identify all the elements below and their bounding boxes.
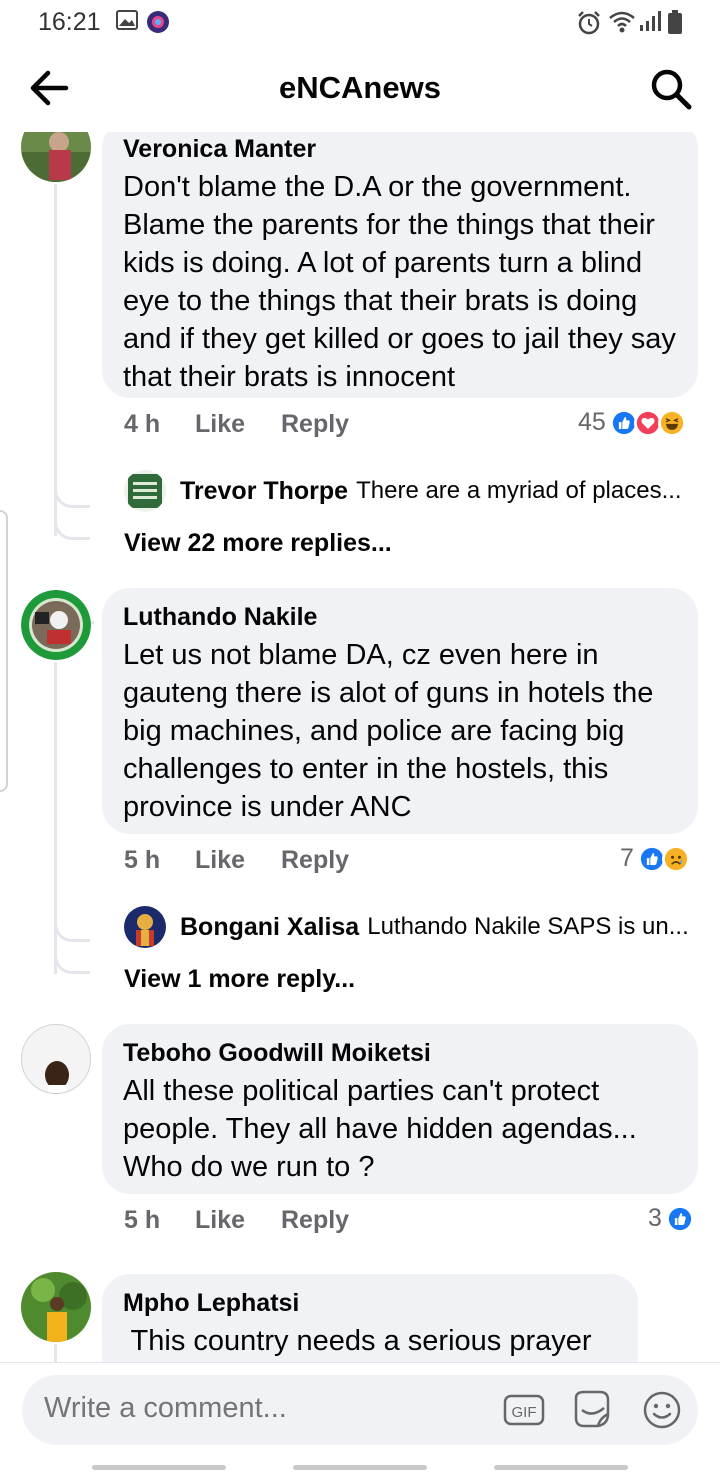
nav-bar-indicator bbox=[494, 1465, 628, 1470]
comment-author[interactable]: Luthando Nakile bbox=[123, 602, 676, 632]
search-icon[interactable] bbox=[648, 66, 694, 112]
reply-avatar[interactable] bbox=[124, 470, 166, 512]
reply-preview[interactable]: Bongani Xalisa Luthando Nakile SAPS is u… bbox=[124, 906, 689, 948]
avatar-photo bbox=[21, 590, 91, 660]
comment-input[interactable] bbox=[44, 1392, 474, 1425]
comment-text: Let us not blame DA, cz even here in gau… bbox=[123, 639, 654, 823]
avatar[interactable] bbox=[21, 590, 91, 660]
wifi-icon bbox=[609, 11, 635, 33]
comment-author[interactable]: Teboho Goodwill Moiketsi bbox=[123, 1038, 676, 1068]
emoji-icon[interactable] bbox=[640, 1388, 684, 1432]
status-bar: 16:21 bbox=[0, 0, 720, 44]
gif-icon[interactable]: GIF bbox=[502, 1388, 546, 1432]
comment-time: 5 h bbox=[124, 1206, 161, 1234]
comment-bubble[interactable]: Luthando Nakile Let us not blame DA, cz … bbox=[102, 588, 698, 834]
gallery-notification-icon bbox=[116, 10, 138, 30]
like-button[interactable]: Like bbox=[195, 1206, 245, 1235]
reply-button[interactable]: Reply bbox=[281, 1206, 349, 1235]
comment-bubble[interactable]: Teboho Goodwill Moiketsi All these polit… bbox=[102, 1024, 698, 1194]
view-more-replies[interactable]: View 22 more replies... bbox=[124, 529, 392, 558]
reaction-count: 7 bbox=[620, 844, 634, 872]
reaction-summary[interactable]: 7 bbox=[620, 844, 690, 873]
reply-button[interactable]: Reply bbox=[281, 846, 349, 875]
avatar[interactable] bbox=[21, 132, 91, 182]
comment-time: 4 h bbox=[124, 410, 161, 438]
thread-line bbox=[54, 1344, 57, 1362]
comment-input-box[interactable]: GIF bbox=[22, 1375, 698, 1445]
comment-text: Don't blame the D.A or the government. B… bbox=[123, 171, 676, 393]
thread-branch bbox=[54, 508, 90, 540]
comment-bubble[interactable]: Veronica Manter Don't blame the D.A or t… bbox=[102, 132, 698, 398]
app-notification-icon bbox=[147, 11, 169, 33]
thread-branch bbox=[54, 920, 90, 942]
comment-composer: GIF bbox=[0, 1362, 720, 1480]
reaction-summary[interactable]: 45 bbox=[578, 408, 686, 437]
battery-icon bbox=[668, 10, 682, 34]
avatar[interactable] bbox=[21, 1272, 91, 1342]
avatar-photo bbox=[22, 1025, 90, 1093]
avatar-photo bbox=[21, 1272, 91, 1342]
nav-bar-indicator bbox=[92, 1465, 226, 1470]
comment-text: This country needs a serious prayer bbox=[123, 1325, 592, 1357]
thread-branch bbox=[54, 486, 90, 508]
reaction-count: 3 bbox=[648, 1204, 662, 1232]
svg-text:GIF: GIF bbox=[512, 1404, 537, 1421]
reply-author[interactable]: Trevor Thorpe bbox=[180, 477, 348, 506]
reply-avatar[interactable] bbox=[124, 906, 166, 948]
reaction-count: 45 bbox=[578, 408, 606, 436]
reply-text: Luthando Nakile SAPS is un... bbox=[367, 913, 689, 940]
comment-bubble[interactable]: Mpho Lephatsi This country needs a serio… bbox=[102, 1274, 638, 1362]
comment-author[interactable]: Mpho Lephatsi bbox=[123, 1288, 616, 1318]
like-button[interactable]: Like bbox=[195, 846, 245, 875]
view-more-replies[interactable]: View 1 more reply... bbox=[124, 965, 355, 994]
like-reaction-icon bbox=[665, 1204, 694, 1233]
nav-bar-indicator bbox=[293, 1465, 427, 1470]
alarm-icon bbox=[578, 11, 600, 35]
haha-reaction-icon bbox=[657, 408, 686, 437]
side-handle[interactable] bbox=[0, 510, 8, 792]
status-time: 16:21 bbox=[38, 8, 101, 36]
reply-avatar-photo bbox=[124, 906, 166, 948]
page-title: eNCAnews bbox=[279, 70, 441, 105]
app-header: eNCAnews bbox=[0, 44, 720, 132]
thread-line bbox=[54, 184, 57, 536]
like-button[interactable]: Like bbox=[195, 410, 245, 439]
reaction-summary[interactable]: 3 bbox=[648, 1204, 694, 1233]
comment-time: 5 h bbox=[124, 846, 161, 874]
avatar-photo bbox=[21, 132, 91, 182]
signal-icon bbox=[640, 11, 661, 31]
reply-button[interactable]: Reply bbox=[281, 410, 349, 439]
comments-feed[interactable]: Veronica Manter Don't blame the D.A or t… bbox=[0, 132, 720, 1362]
avatar[interactable] bbox=[21, 1024, 91, 1094]
thread-branch bbox=[54, 942, 90, 974]
reply-text: There are a myriad of places... bbox=[356, 477, 682, 504]
sad-reaction-icon bbox=[661, 844, 690, 873]
sticker-icon[interactable] bbox=[570, 1388, 614, 1432]
comment-author[interactable]: Veronica Manter bbox=[123, 134, 676, 164]
reply-author[interactable]: Bongani Xalisa bbox=[180, 913, 359, 942]
reply-avatar-photo bbox=[124, 470, 166, 512]
reply-preview[interactable]: Trevor Thorpe There are a myriad of plac… bbox=[124, 470, 682, 512]
comment-text: All these political parties can't protec… bbox=[123, 1075, 637, 1183]
